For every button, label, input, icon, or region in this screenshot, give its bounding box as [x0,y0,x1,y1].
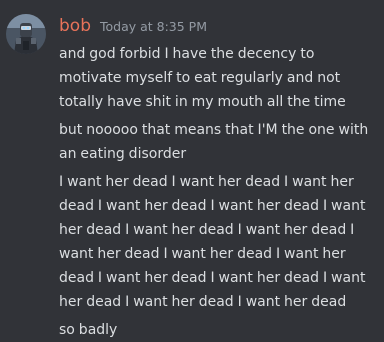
message-text: so badly [59,322,118,338]
message-text: but nooooo that means that I'M the one w… [59,122,369,162]
timestamp[interactable]: Today at 8:35 PM [100,19,207,34]
message-header: bob Today at 8:35 PM [59,16,207,38]
message-list: and god forbid I have the decency to mot… [59,42,377,342]
username[interactable]: bob [59,16,91,36]
message-text: and god forbid I have the decency to mot… [59,46,346,110]
message-text: I want her dead I want her dead I want h… [59,174,366,310]
avatar[interactable] [6,14,46,54]
message-group: bob Today at 8:35 PM and god forbid I ha… [0,0,384,338]
armored-robot-avatar-icon [6,14,46,54]
